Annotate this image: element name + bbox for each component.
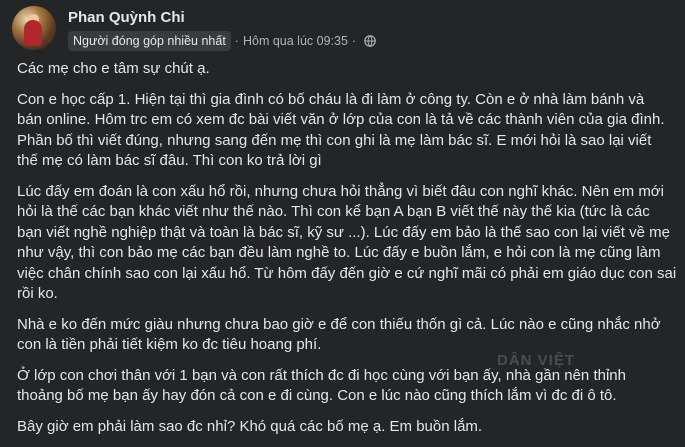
author-name[interactable]: Phan Quỳnh Chi — [68, 8, 376, 28]
post-timestamp[interactable]: Hôm qua lúc 09:35 — [243, 34, 348, 48]
post-meta: Phan Quỳnh Chi Người đóng góp nhiều nhất… — [68, 6, 376, 51]
post-paragraph-3: Lúc đấy em đoán là con xấu hổ rồi, nhưng… — [17, 182, 677, 303]
post-paragraph-4: Nhà e ko đến mức giàu nhưng chưa bao giờ… — [17, 315, 661, 354]
avatar[interactable] — [12, 6, 56, 50]
post-paragraph-5: Ở lớp con chơi thân với 1 bạn và con rất… — [17, 366, 626, 405]
post-paragraph-1: Các mẹ cho e tâm sự chút ạ. — [17, 60, 210, 77]
post-subline: Người đóng góp nhiều nhất · Hôm qua lúc … — [68, 31, 376, 51]
post-body: Các mẹ cho e tâm sự chút ạ. Con e học cấ… — [17, 59, 677, 447]
facebook-post: Phan Quỳnh Chi Người đóng góp nhiều nhất… — [0, 0, 685, 435]
contributor-badge[interactable]: Người đóng góp nhiều nhất — [68, 31, 231, 51]
post-paragraph-2: Con e học cấp 1. Hiện tại thì gia đình c… — [17, 90, 665, 170]
separator-dot-2: · — [351, 34, 357, 48]
separator-dot: · — [234, 34, 239, 48]
avatar-figure — [24, 20, 42, 46]
globe-icon[interactable] — [364, 35, 376, 47]
post-paragraph-6: Bây giờ em phải làm sao đc nhỉ? Khó quá … — [17, 417, 483, 435]
post-header: Phan Quỳnh Chi Người đóng góp nhiều nhất… — [12, 6, 376, 52]
